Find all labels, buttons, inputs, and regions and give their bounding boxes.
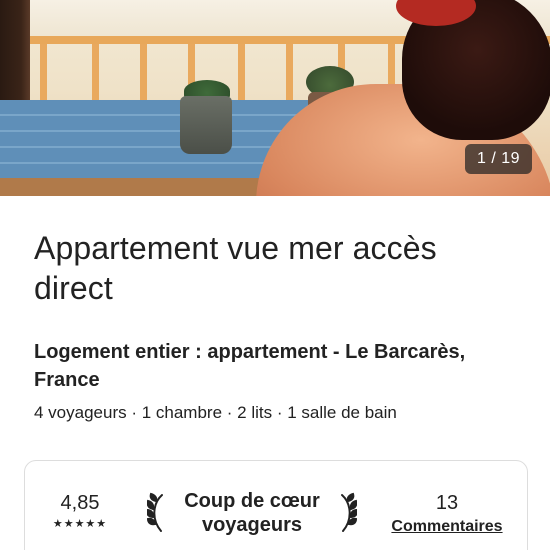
star-rating-icon: ★★★★★ [52,518,108,530]
listing-details: 4 voyageurs · 1 chambre · 2 lits · 1 sal… [34,403,397,422]
laurel-right-icon [341,492,357,532]
reviews-link[interactable]: Commentaires [383,517,511,537]
rating-value: 4,85 [60,492,100,514]
guest-favorite-badge: Coup de cœur voyageurs [147,487,357,543]
reviews-count: 13 [435,492,459,514]
photo-baluster [92,44,99,102]
rating-card: 4,85 ★★★★★ Coup de cœur voyageurs 13 Com… [24,460,528,550]
photo-baluster [286,44,293,102]
laurel-left-icon [147,492,163,532]
photo-baluster [40,44,47,102]
reviews-summary[interactable]: 13 Commentaires [383,491,511,537]
listing-photo[interactable]: 1 / 19 [0,0,550,196]
rating-summary: 4,85 ★★★★★ [45,491,115,531]
photo-baluster [238,44,245,102]
photo-counter-badge: 1 / 19 [464,144,532,174]
photo-plant-pot [180,96,232,154]
listing-subtitle: Logement entier : appartement - Le Barca… [34,341,466,391]
listing-title: Appartement vue mer accès direct [34,230,437,306]
guest-favorite-label: Coup de cœur voyageurs [184,490,320,536]
photo-baluster [140,44,147,102]
